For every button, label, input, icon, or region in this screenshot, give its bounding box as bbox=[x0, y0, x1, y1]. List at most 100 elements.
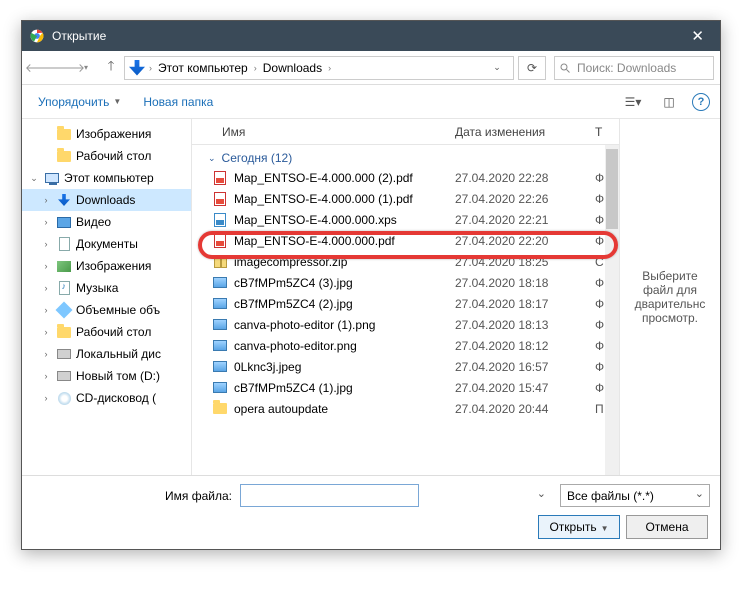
sidebar-item-label: Локальный дис bbox=[76, 347, 161, 361]
img-icon bbox=[212, 359, 228, 375]
crumb-computer[interactable]: Этот компьютер bbox=[156, 61, 250, 75]
sidebar-item-label: Downloads bbox=[76, 193, 135, 207]
img-icon bbox=[212, 275, 228, 291]
preview-pane: Выберите файл для дварительнс просмотр. bbox=[620, 119, 720, 475]
new-folder-button[interactable]: Новая папка bbox=[137, 91, 219, 113]
img-icon bbox=[212, 296, 228, 312]
tree-toggle-icon[interactable]: ⌄ bbox=[28, 173, 40, 184]
filename-label: Имя файла: bbox=[32, 489, 232, 503]
file-row[interactable]: cB7fMPm5ZC4 (1).jpg27.04.2020 15:47Ф bbox=[192, 377, 619, 398]
note-icon bbox=[56, 280, 72, 296]
sidebar-item-рабочий-стол[interactable]: › Рабочий стол bbox=[22, 321, 191, 343]
file-name: cB7fMPm5ZC4 (2).jpg bbox=[234, 297, 455, 311]
sidebar-item-cd-дисковод-[interactable]: › CD-дисковод ( bbox=[22, 387, 191, 409]
sidebar-item-локальный-дис[interactable]: › Локальный дис bbox=[22, 343, 191, 365]
folder-icon bbox=[56, 148, 72, 164]
crumb-downloads[interactable]: Downloads bbox=[261, 61, 324, 75]
search-box[interactable]: Поиск: Downloads bbox=[554, 56, 714, 80]
file-row[interactable]: canva-photo-editor (1).png27.04.2020 18:… bbox=[192, 314, 619, 335]
file-list-pane: Имя Дата изменения Т ⌄ Сегодня (12) Map_… bbox=[192, 119, 620, 475]
sidebar-item-label: Рабочий стол bbox=[76, 149, 151, 163]
file-row[interactable]: Map_ENTSO-E-4.000.000 (1).pdf27.04.2020 … bbox=[192, 188, 619, 209]
tree-toggle-icon[interactable]: › bbox=[40, 217, 52, 227]
file-date: 27.04.2020 22:26 bbox=[455, 192, 595, 206]
nav-up[interactable]: 🡑 bbox=[100, 57, 122, 79]
address-dropdown[interactable]: ⌄ bbox=[485, 62, 509, 73]
file-date: 27.04.2020 18:18 bbox=[455, 276, 595, 290]
sidebar-item-label: Изображения bbox=[76, 127, 151, 141]
sidebar-item-изображения[interactable]: ›Изображения bbox=[22, 255, 191, 277]
tree-toggle-icon[interactable]: › bbox=[40, 305, 52, 315]
view-mode-button[interactable]: ☰▾ bbox=[620, 90, 646, 114]
file-row[interactable]: imagecompressor.zip27.04.2020 18:25С bbox=[192, 251, 619, 272]
file-row[interactable]: cB7fMPm5ZC4 (2).jpg27.04.2020 18:17Ф bbox=[192, 293, 619, 314]
cd-icon bbox=[56, 390, 72, 406]
close-button[interactable]: ✕ bbox=[683, 27, 712, 45]
address-bar[interactable]: › Этот компьютер › Downloads › ⌄ bbox=[124, 56, 514, 80]
file-date: 27.04.2020 16:57 bbox=[455, 360, 595, 374]
col-type[interactable]: Т bbox=[595, 125, 619, 139]
file-name: canva-photo-editor.png bbox=[234, 339, 455, 353]
tree-toggle-icon[interactable]: › bbox=[40, 393, 52, 403]
film-icon bbox=[56, 214, 72, 230]
tree-toggle-icon[interactable]: › bbox=[40, 239, 52, 249]
sidebar-item-label: Документы bbox=[76, 237, 138, 251]
sidebar-item-label: CD-дисковод ( bbox=[76, 391, 156, 405]
col-name[interactable]: Имя bbox=[192, 125, 455, 139]
col-date[interactable]: Дата изменения bbox=[455, 125, 595, 139]
file-name: 0Lknc3j.jpeg bbox=[234, 360, 455, 374]
chevron-right-icon: › bbox=[328, 63, 331, 73]
group-header-today[interactable]: ⌄ Сегодня (12) bbox=[192, 145, 619, 167]
cancel-button[interactable]: Отмена bbox=[626, 515, 708, 539]
file-date: 27.04.2020 18:12 bbox=[455, 339, 595, 353]
sidebar-item-видео[interactable]: ›Видео bbox=[22, 211, 191, 233]
toolbar: Упорядочить▼ Новая папка ☰▾ ◫ ? bbox=[22, 85, 720, 119]
sidebar-item-новый-том-d-[interactable]: ›Новый том (D:) bbox=[22, 365, 191, 387]
sidebar-item-downloads[interactable]: › Downloads bbox=[22, 189, 191, 211]
disk-icon bbox=[56, 368, 72, 384]
file-type-filter[interactable] bbox=[560, 484, 710, 507]
filename-input[interactable] bbox=[240, 484, 419, 507]
refresh-button[interactable]: ⟳ bbox=[518, 56, 546, 80]
organize-menu[interactable]: Упорядочить▼ bbox=[32, 91, 127, 113]
tree-toggle-icon[interactable]: › bbox=[40, 371, 52, 381]
scrollbar-thumb[interactable] bbox=[606, 149, 618, 229]
help-button[interactable]: ? bbox=[692, 93, 710, 111]
doc-icon bbox=[56, 236, 72, 252]
pic-icon bbox=[56, 258, 72, 274]
file-row[interactable]: opera autoupdate27.04.2020 20:44П bbox=[192, 398, 619, 419]
tree-toggle-icon[interactable]: › bbox=[40, 327, 52, 337]
file-row[interactable]: cB7fMPm5ZC4 (3).jpg27.04.2020 18:18Ф bbox=[192, 272, 619, 293]
scrollbar[interactable] bbox=[605, 145, 619, 475]
sidebar-item-label: Рабочий стол bbox=[76, 325, 151, 339]
file-row[interactable]: Map_ENTSO-E-4.000.000.xps27.04.2020 22:2… bbox=[192, 209, 619, 230]
file-date: 27.04.2020 22:21 bbox=[455, 213, 595, 227]
file-row[interactable]: Map_ENTSO-E-4.000.000 (2).pdf27.04.2020 … bbox=[192, 167, 619, 188]
sidebar-item-изображения[interactable]: Изображения bbox=[22, 123, 191, 145]
search-icon bbox=[559, 62, 571, 74]
pdf-icon bbox=[212, 233, 228, 249]
preview-pane-button[interactable]: ◫ bbox=[656, 90, 682, 114]
nav-history-dropdown[interactable]: ▾ bbox=[84, 63, 98, 72]
file-row[interactable]: canva-photo-editor.png27.04.2020 18:12Ф bbox=[192, 335, 619, 356]
pdf-icon bbox=[212, 191, 228, 207]
img-icon bbox=[212, 338, 228, 354]
tree-toggle-icon[interactable]: › bbox=[40, 195, 52, 205]
chevron-right-icon: › bbox=[149, 63, 152, 73]
nav-back[interactable]: 🡐 bbox=[28, 55, 54, 81]
sidebar-item-объемные-объ[interactable]: › Объемные объ bbox=[22, 299, 191, 321]
cube-icon bbox=[56, 302, 72, 318]
sidebar-item-документы[interactable]: › Документы bbox=[22, 233, 191, 255]
tree-toggle-icon[interactable]: › bbox=[40, 283, 52, 293]
sidebar-item-этот-компьютер[interactable]: ⌄Этот компьютер bbox=[22, 167, 191, 189]
open-button[interactable]: Открыть▼ bbox=[538, 515, 620, 539]
tree-toggle-icon[interactable]: › bbox=[40, 261, 52, 271]
column-headers: Имя Дата изменения Т bbox=[192, 119, 619, 145]
tree-toggle-icon[interactable]: › bbox=[40, 349, 52, 359]
file-row[interactable]: Map_ENTSO-E-4.000.000.pdf27.04.2020 22:2… bbox=[192, 230, 619, 251]
open-file-dialog: Открытие ✕ 🡐 🡒 ▾ 🡑 › Этот компьютер › Do… bbox=[21, 20, 721, 550]
file-row[interactable]: 0Lknc3j.jpeg27.04.2020 16:57Ф bbox=[192, 356, 619, 377]
sidebar-item-музыка[interactable]: ›Музыка bbox=[22, 277, 191, 299]
sidebar-item-рабочий-стол[interactable]: Рабочий стол bbox=[22, 145, 191, 167]
sidebar-item-label: Объемные объ bbox=[76, 303, 160, 317]
